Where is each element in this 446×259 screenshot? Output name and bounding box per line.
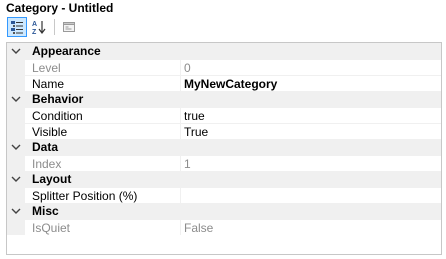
- property-pages-icon: [63, 22, 75, 32]
- row-gutter: [7, 76, 25, 91]
- category-label: Layout: [32, 172, 72, 186]
- property-row[interactable]: Visible True: [7, 123, 441, 139]
- column-splitter[interactable]: [180, 108, 181, 123]
- category-label: Misc: [32, 204, 59, 218]
- property-name[interactable]: IsQuiet: [32, 220, 179, 236]
- property-name[interactable]: Name: [32, 76, 179, 92]
- chevron-down-icon[interactable]: [11, 95, 21, 103]
- category-label: Appearance: [32, 44, 101, 58]
- chevron-down-icon[interactable]: [11, 143, 21, 151]
- property-row[interactable]: Splitter Position (%): [7, 187, 441, 203]
- property-pages-button[interactable]: [59, 17, 79, 37]
- category-row-layout[interactable]: Layout: [7, 171, 441, 187]
- property-value: False: [184, 221, 214, 235]
- column-splitter[interactable]: [180, 60, 181, 75]
- column-splitter[interactable]: [180, 188, 181, 203]
- category-label: Behavior: [32, 92, 84, 106]
- row-gutter: [7, 124, 25, 139]
- svg-text:A: A: [32, 21, 37, 28]
- property-name[interactable]: Index: [32, 156, 179, 172]
- window-title: Category - Untitled: [6, 1, 114, 15]
- chevron-down-icon[interactable]: [11, 175, 21, 183]
- property-name[interactable]: Visible: [32, 124, 179, 140]
- category-row-appearance[interactable]: Appearance: [7, 43, 441, 59]
- column-splitter[interactable]: [180, 124, 181, 139]
- property-value[interactable]: true: [184, 108, 205, 124]
- property-row[interactable]: Name MyNewCategory: [7, 75, 441, 91]
- chevron-down-icon[interactable]: [11, 47, 21, 55]
- row-gutter: [7, 220, 25, 235]
- toolbar-separator: [54, 19, 55, 35]
- column-splitter[interactable]: [180, 76, 181, 91]
- chevron-down-icon[interactable]: [11, 207, 21, 215]
- property-grid: Appearance Level 0 Name MyNewCategory Behavio…: [6, 42, 442, 255]
- property-row[interactable]: IsQuiet False: [7, 219, 441, 235]
- property-row[interactable]: Condition true: [7, 107, 441, 123]
- row-gutter: [7, 60, 25, 75]
- column-splitter[interactable]: [180, 220, 181, 235]
- property-name[interactable]: Condition: [32, 108, 179, 124]
- category-row-behavior[interactable]: Behavior: [7, 91, 441, 107]
- property-value: 0: [184, 61, 191, 75]
- category-label: Data: [32, 140, 59, 154]
- column-splitter[interactable]: [180, 156, 181, 171]
- row-gutter: [7, 188, 25, 203]
- property-value[interactable]: MyNewCategory: [184, 76, 277, 92]
- svg-text:Z: Z: [32, 29, 37, 35]
- categorized-icon: [11, 21, 23, 34]
- property-name[interactable]: Level: [32, 60, 179, 76]
- property-row[interactable]: Level 0: [7, 59, 441, 75]
- property-value[interactable]: True: [184, 124, 208, 140]
- property-value: 1: [184, 157, 191, 171]
- alphabetical-button[interactable]: A Z: [29, 17, 49, 37]
- categorized-button[interactable]: [7, 17, 27, 37]
- row-gutter: [7, 156, 25, 171]
- toolbar: A Z: [5, 16, 441, 40]
- category-row-data[interactable]: Data: [7, 139, 441, 155]
- row-gutter: [7, 108, 25, 123]
- alphabetical-sort-icon: A Z: [32, 21, 46, 35]
- category-row-misc[interactable]: Misc: [7, 203, 441, 219]
- property-name[interactable]: Splitter Position (%): [32, 188, 179, 204]
- property-row[interactable]: Index 1: [7, 155, 441, 171]
